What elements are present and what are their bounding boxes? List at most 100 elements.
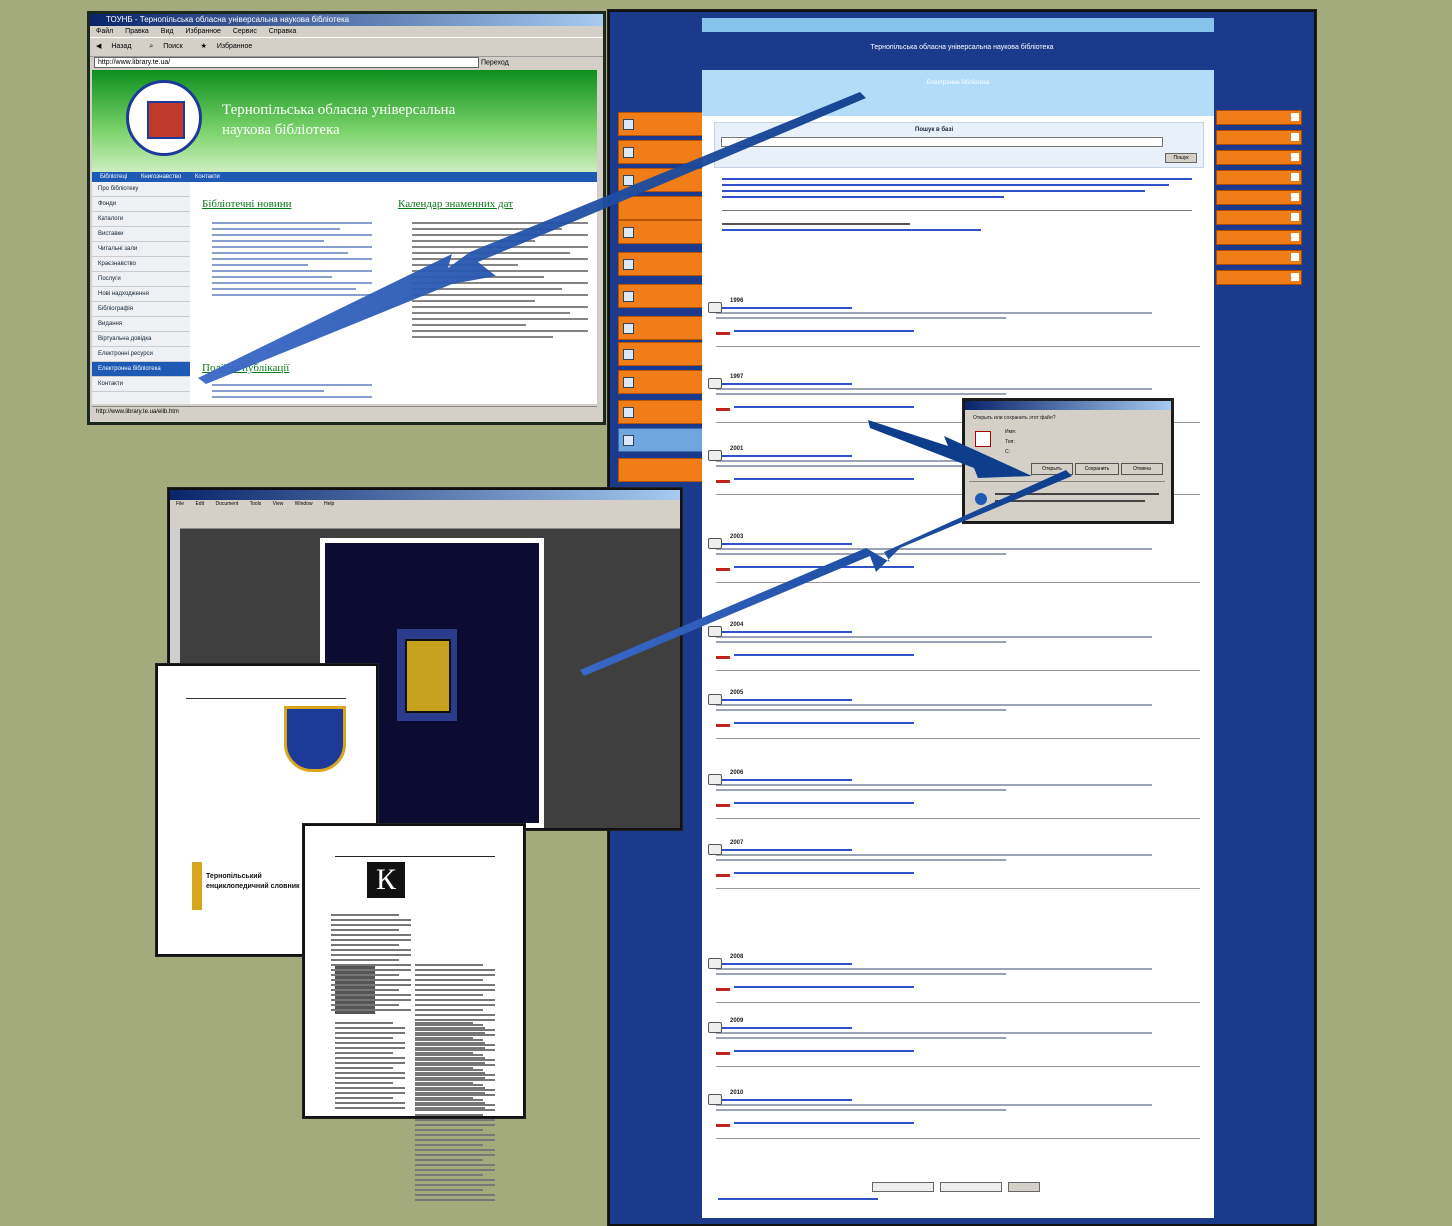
catalog-menu-item[interactable] (618, 196, 704, 220)
catalog-menu-item-active[interactable] (618, 428, 704, 452)
record-title-link[interactable] (716, 383, 852, 385)
open-button[interactable]: Открыть (1031, 463, 1073, 475)
reader-toolbar[interactable] (170, 508, 680, 529)
file-link[interactable] (734, 653, 914, 656)
catalog-menu-item[interactable] (618, 342, 704, 366)
sidebar-item[interactable]: Віртуальна довідка (92, 332, 190, 347)
filter-item[interactable] (1216, 190, 1302, 205)
document-icon[interactable] (708, 450, 722, 461)
menu-view[interactable]: Вид (161, 28, 174, 35)
file-link[interactable] (734, 405, 914, 408)
record-title-link[interactable] (716, 307, 852, 309)
document-icon[interactable] (708, 1094, 722, 1105)
document-icon[interactable] (708, 1022, 722, 1033)
file-link[interactable] (734, 801, 914, 804)
document-icon[interactable] (708, 302, 722, 313)
document-icon[interactable] (708, 694, 722, 705)
menu-help[interactable]: Справка (269, 28, 296, 35)
go-button[interactable]: Переход (481, 59, 509, 66)
file-link[interactable] (734, 1049, 914, 1052)
favorites-button[interactable]: ★ Избранное (201, 43, 261, 50)
sort-select[interactable] (872, 1182, 934, 1192)
catalog-menu-item[interactable] (618, 220, 704, 244)
sidebar-item[interactable]: Бібліографія (92, 302, 190, 317)
cancel-button[interactable]: Отмена (1121, 463, 1163, 475)
menu-favorites[interactable]: Избранное (185, 28, 220, 35)
document-icon[interactable] (708, 626, 722, 637)
catalog-menu-item[interactable] (618, 284, 704, 308)
sidebar-item[interactable]: Читальні зали (92, 242, 190, 257)
record-title-link[interactable] (716, 779, 852, 781)
document-icon[interactable] (708, 774, 722, 785)
catalog-menu-item[interactable] (618, 112, 704, 136)
catalog-menu-item[interactable] (618, 140, 704, 164)
reader-menu-tools[interactable]: Tools (250, 501, 262, 507)
sidebar-item[interactable]: Про бібліотеку (92, 182, 190, 197)
reader-menu-window[interactable]: Window (295, 501, 313, 507)
file-link[interactable] (734, 477, 914, 480)
reader-menu-edit[interactable]: Edit (195, 501, 204, 507)
filter-item[interactable] (1216, 270, 1302, 285)
order-select[interactable] (940, 1182, 1002, 1192)
catalog-menu-item[interactable] (618, 370, 704, 394)
filter-item[interactable] (1216, 170, 1302, 185)
menu-file[interactable]: Файл (96, 28, 113, 35)
pagination[interactable] (718, 1198, 878, 1200)
record-title-link[interactable] (716, 699, 852, 701)
nav-item[interactable]: Контакти (195, 174, 220, 180)
back-button[interactable]: ◀ Назад (96, 43, 139, 50)
catalog-menu-item[interactable] (618, 458, 704, 482)
news-heading[interactable]: Бібліотечні новини (202, 198, 291, 210)
filter-item[interactable] (1216, 250, 1302, 265)
file-link[interactable] (734, 871, 914, 874)
record-title-link[interactable] (716, 455, 852, 457)
nav-item[interactable]: Книгознавство (141, 174, 181, 180)
sidebar-item[interactable]: Фонди (92, 197, 190, 212)
sidebar-item[interactable]: Нові надходження (92, 287, 190, 302)
catalog-menu-item[interactable] (618, 400, 704, 424)
document-icon[interactable] (708, 538, 722, 549)
reader-menu-file[interactable]: File (176, 501, 184, 507)
file-link[interactable] (734, 1121, 914, 1124)
filter-item[interactable] (1216, 210, 1302, 225)
reader-menu-document[interactable]: Document (215, 501, 238, 507)
menu-edit[interactable]: Правка (125, 28, 149, 35)
reader-menu-help[interactable]: Help (324, 501, 334, 507)
sidebar-item[interactable]: Послуги (92, 272, 190, 287)
document-icon[interactable] (708, 378, 722, 389)
document-icon[interactable] (708, 958, 722, 969)
document-icon[interactable] (708, 844, 722, 855)
record-title-link[interactable] (716, 543, 852, 545)
sidebar-item[interactable]: Електронні ресурси (92, 347, 190, 362)
filter-item[interactable] (1216, 150, 1302, 165)
record-title-link[interactable] (716, 1027, 852, 1029)
file-link[interactable] (734, 721, 914, 724)
sidebar-item-selected[interactable]: Електронна бібліотека (92, 362, 190, 377)
catalog-menu-item[interactable] (618, 252, 704, 276)
save-button[interactable]: Сохранить (1075, 463, 1119, 475)
sidebar-item[interactable]: Виставки (92, 227, 190, 242)
sort-button[interactable] (1008, 1182, 1040, 1192)
file-link[interactable] (734, 329, 914, 332)
file-link[interactable] (734, 985, 914, 988)
events-heading[interactable]: Події та публікації (202, 362, 289, 374)
nav-item[interactable]: Бібліотеці (100, 174, 127, 180)
reader-menu-view[interactable]: View (273, 501, 284, 507)
file-link[interactable] (734, 565, 914, 568)
sidebar-item[interactable]: Каталоги (92, 212, 190, 227)
filter-item[interactable] (1216, 230, 1302, 245)
address-input[interactable]: http://www.library.te.ua/ (94, 57, 479, 68)
search-button[interactable]: ⌕ Поиск (149, 43, 190, 50)
catalog-menu-item[interactable] (618, 168, 704, 192)
menu-tools[interactable]: Сервис (233, 28, 257, 35)
catalog-menu-item[interactable] (618, 316, 704, 340)
filter-item[interactable] (1216, 110, 1302, 125)
calendar-heading[interactable]: Календар знаменних дат (398, 198, 513, 210)
filter-item[interactable] (1216, 130, 1302, 145)
search-submit-button[interactable]: Пошук (1165, 153, 1197, 163)
sidebar-item[interactable]: Краєзнавство (92, 257, 190, 272)
record-title-link[interactable] (716, 1099, 852, 1101)
sidebar-item[interactable]: Контакти (92, 377, 190, 392)
sidebar-item[interactable]: Видання (92, 317, 190, 332)
record-title-link[interactable] (716, 849, 852, 851)
